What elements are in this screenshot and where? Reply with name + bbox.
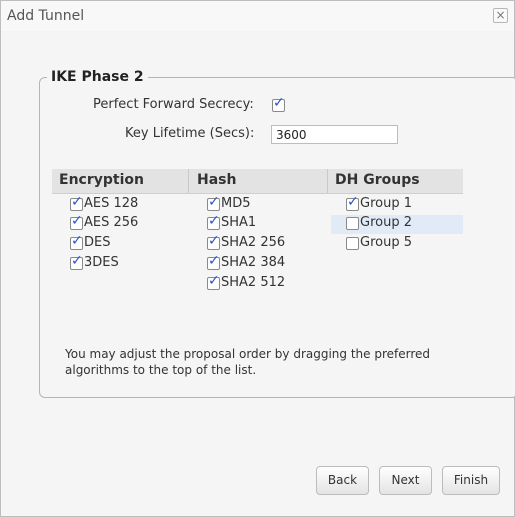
dh-group-2-checkbox[interactable]	[346, 217, 359, 230]
next-button[interactable]: Next	[379, 466, 432, 495]
dh-group-1-label: Group 1	[360, 196, 412, 211]
hash-header: Hash	[197, 172, 237, 188]
encryption-des-checkbox[interactable]	[70, 233, 83, 250]
dh-group-2-label: Group 2	[360, 215, 412, 230]
key-lifetime-input[interactable]	[271, 125, 398, 144]
pfs-label: Perfect Forward Secrecy:	[93, 97, 254, 112]
hash-sha1-label: SHA1	[221, 215, 257, 230]
ike-phase2-legend: IKE Phase 2	[47, 69, 148, 85]
finish-button[interactable]: Finish	[442, 466, 500, 495]
hash-sha2-512-checkbox[interactable]	[207, 273, 220, 290]
proposal-order-note: You may adjust the proposal order by dra…	[65, 347, 431, 377]
hash-sha2-384-label: SHA2 384	[221, 255, 286, 270]
dialog-titlebar: Add Tunnel ×	[1, 1, 514, 31]
dh-group-5-checkbox[interactable]	[346, 237, 359, 250]
encryption-3des-label: 3DES	[84, 255, 119, 270]
hash-md5-checkbox[interactable]	[207, 194, 220, 211]
pfs-checkbox[interactable]	[272, 95, 285, 112]
encryption-header: Encryption	[59, 172, 144, 188]
encryption-aes128-label: AES 128	[84, 196, 139, 211]
dialog-title: Add Tunnel	[7, 8, 85, 24]
dh-group-5-label: Group 5	[360, 235, 412, 250]
encryption-3des-checkbox[interactable]	[70, 253, 83, 270]
hash-sha2-384-checkbox[interactable]	[207, 253, 220, 270]
column-divider	[188, 169, 189, 193]
hash-sha1-checkbox[interactable]	[207, 213, 220, 230]
encryption-aes256-label: AES 256	[84, 215, 139, 230]
dh-groups-header: DH Groups	[335, 172, 420, 188]
hash-sha2-512-label: SHA2 512	[221, 275, 286, 290]
key-lifetime-label: Key Lifetime (Secs):	[125, 126, 255, 141]
encryption-aes256-checkbox[interactable]	[70, 213, 83, 230]
close-icon[interactable]: ×	[493, 8, 508, 23]
hash-md5-label: MD5	[221, 196, 251, 211]
hash-sha2-256-checkbox[interactable]	[207, 233, 220, 250]
dh-group-1-checkbox[interactable]	[346, 194, 359, 211]
back-button[interactable]: Back	[316, 466, 369, 495]
encryption-des-label: DES	[84, 235, 111, 250]
hash-sha2-256-label: SHA2 256	[221, 235, 286, 250]
column-divider	[327, 169, 328, 193]
add-tunnel-dialog: Add Tunnel × IKE Phase 2 Perfect Forward…	[0, 0, 515, 517]
encryption-aes128-checkbox[interactable]	[70, 194, 83, 211]
algorithms-table-header: Encryption Hash DH Groups	[52, 169, 463, 194]
